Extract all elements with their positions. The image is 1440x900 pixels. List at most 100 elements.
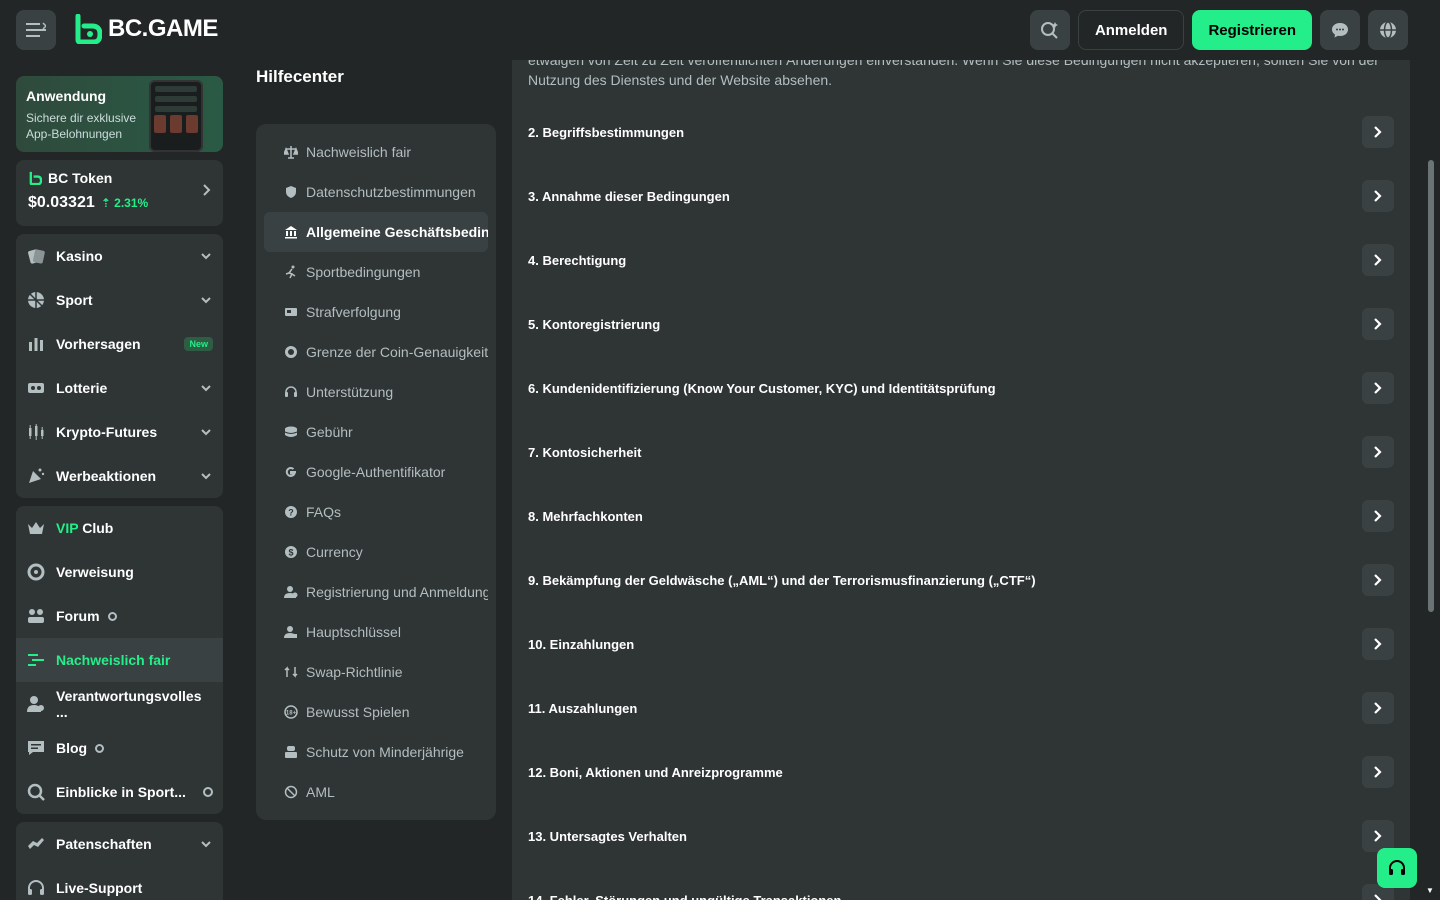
login-button[interactable]: Anmelden — [1077, 10, 1185, 50]
sidebar-item-club[interactable]: VIP Club — [16, 506, 223, 550]
sidebar-item-verweisung[interactable]: Verweisung — [16, 550, 223, 594]
section-title: 5. Kontoregistrierung — [528, 316, 661, 332]
helpcenter-item-8[interactable]: Google-Authentifikator — [264, 452, 488, 492]
terms-section-row[interactable]: 4. Berechtigung — [528, 240, 1394, 280]
sidebar-item-vorhersagen[interactable]: Vorhersagen New — [16, 322, 223, 366]
terms-section-row[interactable]: 7. Kontosicherheit — [528, 432, 1394, 472]
terms-section-row[interactable]: 14. Fehler, Störungen und ungültige Tran… — [528, 880, 1394, 900]
sidebar-item-label: VIP Club — [56, 520, 114, 536]
sidebar-item-label: Nachweislich fair — [56, 652, 171, 668]
terms-section-row[interactable]: 6. Kundenidentifizierung (Know Your Cust… — [528, 368, 1394, 408]
terms-section-row[interactable]: 11. Auszahlungen — [528, 688, 1394, 728]
terms-section-row[interactable]: 8. Mehrfachkonten — [528, 496, 1394, 536]
menu-toggle-button[interactable] — [16, 10, 56, 50]
terms-section-row[interactable]: 12. Boni, Aktionen und Anreizprogramme — [528, 752, 1394, 792]
expand-button[interactable] — [1362, 628, 1394, 660]
section-title: 11. Auszahlungen — [528, 700, 638, 716]
new-badge: New — [184, 337, 213, 351]
section-title: 4. Berechtigung — [528, 252, 627, 268]
language-button[interactable] — [1368, 10, 1408, 50]
expand-button[interactable] — [1362, 372, 1394, 404]
helpcenter-item-0[interactable]: Nachweislich fair — [264, 132, 488, 172]
expand-button[interactable] — [1362, 756, 1394, 788]
helpcenter-item-label: Strafverfolgung — [306, 304, 401, 320]
terms-section-row[interactable]: 10. Einzahlungen — [528, 624, 1394, 664]
arrow-up-icon: ⇡ — [100, 196, 111, 210]
chevron-down-icon[interactable] — [199, 249, 213, 263]
scale-icon — [284, 145, 298, 159]
helpcenter-item-13[interactable]: Swap-Richtlinie — [264, 652, 488, 692]
expand-button[interactable] — [1362, 244, 1394, 276]
sidebar-item-verantwortungsvolles[interactable]: Verantwortungsvolles ... — [16, 682, 223, 726]
scrollbar-thumb[interactable] — [1428, 160, 1434, 612]
app-promo-card[interactable]: Anwendung Sichere dir exklusive App-Belo… — [16, 76, 223, 152]
helpcenter-item-7[interactable]: Gebühr — [264, 412, 488, 452]
terms-section-row[interactable]: 9. Bekämpfung der Geldwäsche („AML“) und… — [528, 560, 1394, 600]
expand-button[interactable] — [1362, 500, 1394, 532]
logo-text: BC.GAME — [108, 15, 218, 42]
chevron-down-icon[interactable] — [199, 469, 213, 483]
sidebar-item-blog[interactable]: Blog — [16, 726, 223, 770]
helpcenter-item-12[interactable]: Hauptschlüssel — [264, 612, 488, 652]
helpcenter-item-5[interactable]: Grenze der Coin-Genauigkeit — [264, 332, 488, 372]
chevron-right-icon — [1374, 638, 1382, 650]
terms-section-row[interactable]: 5. Kontoregistrierung — [528, 304, 1394, 344]
bc-token-card[interactable]: BC Token $0.03321 ⇡ 2.31% — [16, 160, 223, 226]
chevron-down-icon[interactable] — [199, 837, 213, 851]
helpcenter-item-15[interactable]: Schutz von Minderjährige — [264, 732, 488, 772]
helpcenter-item-label: Google-Authentifikator — [306, 464, 446, 480]
sidebar-item-krypto-futures[interactable]: Krypto-Futures — [16, 410, 223, 454]
sidebar-item-label: Live-Support — [56, 880, 143, 896]
helpcenter-item-1[interactable]: Datenschutzbestimmungen — [264, 172, 488, 212]
helpcenter-item-label: AML — [306, 784, 335, 800]
sidebar-item-live-support[interactable]: Live-Support — [16, 866, 223, 900]
top-bar: BC.GAME Anmelden Registrieren — [0, 0, 1440, 60]
helpcenter-item-6[interactable]: Unterstützung — [264, 372, 488, 412]
helpcenter-item-16[interactable]: AML — [264, 772, 488, 812]
helpcenter-item-label: Bewusst Spielen — [306, 704, 410, 720]
helpcenter-item-11[interactable]: Registrierung und Anmeldung — [264, 572, 488, 612]
helpcenter-item-label: Datenschutzbestimmungen — [306, 184, 476, 200]
sidebar-item-einblicke-in-sport[interactable]: Einblicke in Sport... — [16, 770, 223, 814]
terms-section-row[interactable]: 3. Annahme dieser Bedingungen — [528, 176, 1394, 216]
helpcenter-item-3[interactable]: Sportbedingungen — [264, 252, 488, 292]
expand-button[interactable] — [1362, 564, 1394, 596]
chevron-down-icon[interactable] — [199, 425, 213, 439]
search-button[interactable] — [1029, 10, 1070, 50]
helpcenter-item-9[interactable]: ? FAQs — [264, 492, 488, 532]
sidebar-item-lotterie[interactable]: Lotterie — [16, 366, 223, 410]
helpcenter-item-2[interactable]: Allgemeine Geschäftsbedingungen — [264, 212, 488, 252]
helpcenter-item-10[interactable]: $ Currency — [264, 532, 488, 572]
expand-button[interactable] — [1362, 692, 1394, 724]
sidebar-item-forum[interactable]: Forum — [16, 594, 223, 638]
scroll-down-arrow[interactable]: ▼ — [1426, 886, 1434, 895]
register-button[interactable]: Registrieren — [1192, 10, 1312, 50]
helpcenter-menu: Nachweislich fair Datenschutzbestimmungen… — [256, 124, 496, 820]
chevron-down-icon[interactable] — [199, 381, 213, 395]
expand-button[interactable] — [1362, 436, 1394, 468]
helpcenter-item-label: Sportbedingungen — [306, 264, 421, 280]
chevron-right-icon — [1374, 702, 1382, 714]
sidebar-item-nachweislich-fair[interactable]: Nachweislich fair — [16, 638, 223, 682]
sidebar-item-sport[interactable]: Sport — [16, 278, 223, 322]
helpcenter-item-14[interactable]: 18+ Bewusst Spielen — [264, 692, 488, 732]
section-title: 7. Kontosicherheit — [528, 444, 642, 460]
swap-icon — [284, 665, 298, 679]
expand-button[interactable] — [1362, 180, 1394, 212]
terms-section-row[interactable]: 13. Untersagtes Verhalten — [528, 816, 1394, 856]
expand-button[interactable] — [1362, 308, 1394, 340]
phone-image — [149, 80, 203, 152]
sidebar-item-kasino[interactable]: Kasino — [16, 234, 223, 278]
live-support-button[interactable] — [1377, 848, 1417, 888]
sidebar-item-werbeaktionen[interactable]: Werbeaktionen — [16, 454, 223, 498]
expand-button[interactable] — [1362, 116, 1394, 148]
question-icon: ? — [284, 505, 298, 519]
sidebar: Anwendung Sichere dir exklusive App-Belo… — [16, 76, 223, 900]
chat-button[interactable] — [1320, 10, 1360, 50]
sidebar-item-patenschaften[interactable]: Patenschaften — [16, 822, 223, 866]
logo[interactable]: BC.GAME — [72, 14, 218, 44]
terms-section-row[interactable]: 2. Begriffsbestimmungen — [528, 112, 1394, 152]
helpcenter-item-4[interactable]: Strafverfolgung — [264, 292, 488, 332]
chevron-down-icon[interactable] — [199, 293, 213, 307]
nav-group: Kasino Sport Vorhersagen New Lotterie Krypto-… — [16, 234, 223, 498]
